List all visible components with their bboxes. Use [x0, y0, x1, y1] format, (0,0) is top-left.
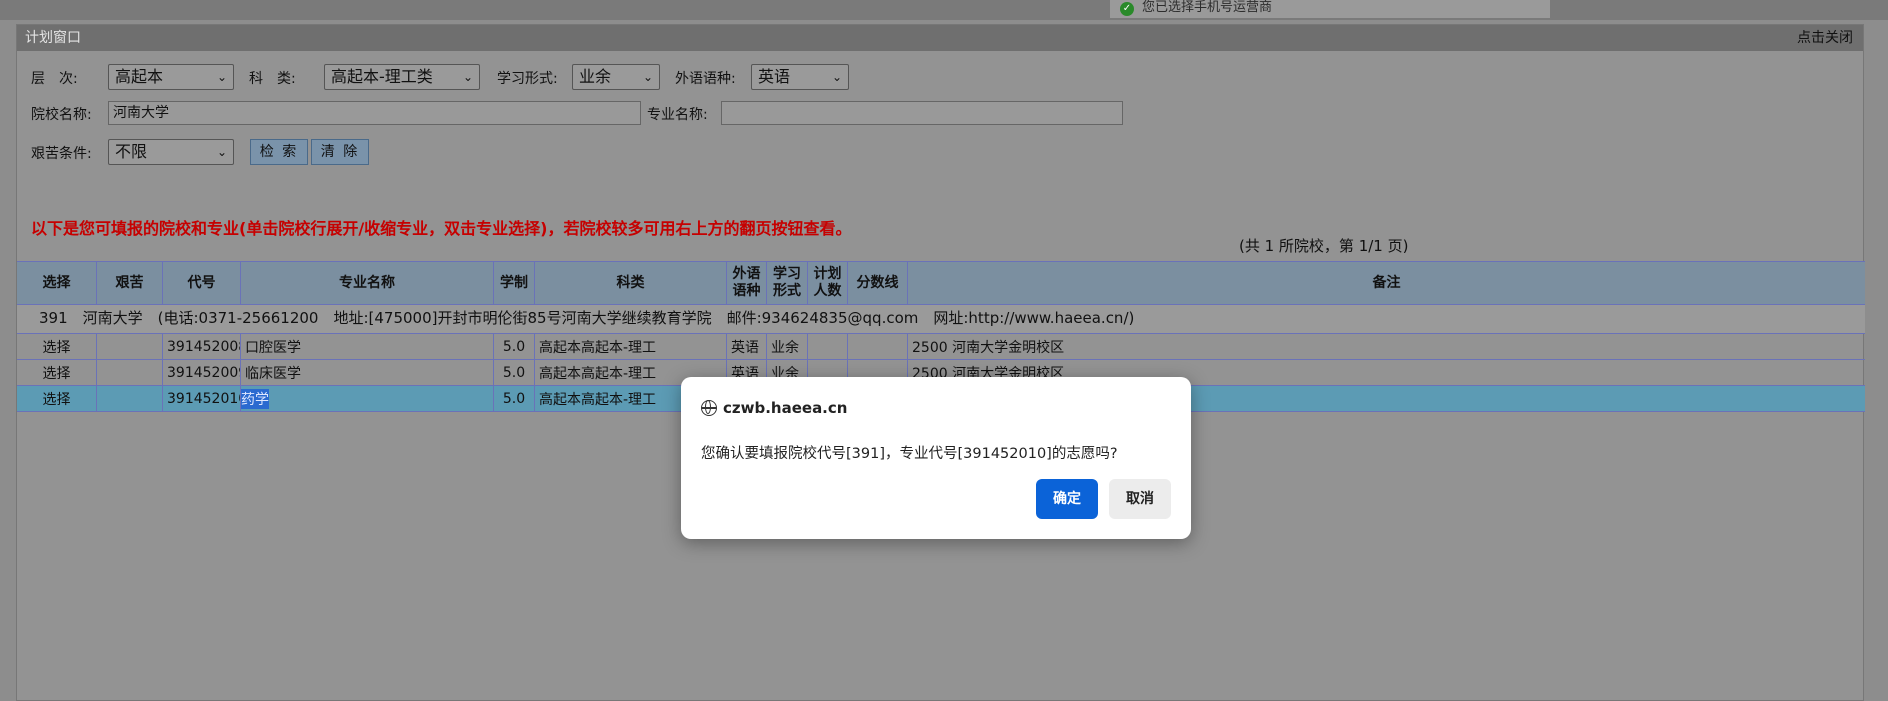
search-button[interactable]: 检 索: [250, 139, 308, 165]
major-cell: 临床医学: [241, 360, 494, 385]
form-cell: 业余: [767, 334, 808, 359]
plan-cell: [808, 334, 848, 359]
col-header-major: 专业名称: [241, 262, 494, 304]
chevron-down-icon: ⌄: [216, 145, 227, 159]
school-name-input[interactable]: 河南大学: [108, 101, 641, 125]
col-header-form: 学习形式: [767, 262, 808, 304]
major-cell: 口腔医学: [241, 334, 494, 359]
major-cell-highlight: 药学: [241, 388, 269, 409]
chevron-down-icon: ⌄: [462, 70, 473, 84]
hardship-cell: [97, 386, 163, 411]
level-select-value: 高起本: [115, 67, 164, 86]
table-row[interactable]: 选择 391452008 口腔医学 5.0 高起本高起本-理工 英语 业余 25…: [17, 334, 1865, 360]
school-name-label: 院校名称:: [31, 107, 92, 123]
select-link[interactable]: 选择: [17, 334, 97, 359]
study-form-select[interactable]: 业余 ⌄: [572, 64, 660, 90]
category-cell: 高起本高起本-理工: [535, 334, 727, 359]
clear-button[interactable]: 清 除: [311, 139, 369, 165]
dialog-origin: czwb.haeea.cn: [701, 399, 847, 417]
hardship-cell: [97, 334, 163, 359]
col-header-note: 备注: [1372, 274, 1401, 291]
hardship-select-value: 不限: [115, 142, 148, 161]
code-cell: 391452009: [163, 360, 241, 385]
col-header-score: 分数线: [848, 262, 908, 304]
col-header-language: 外语语种: [727, 262, 767, 304]
col-header-code: 代号: [163, 262, 241, 304]
ok-button[interactable]: 确定: [1036, 479, 1098, 519]
school-row[interactable]: 391 河南大学 (电话:0371-25661200 地址:[475000]开封…: [17, 305, 1865, 334]
col-header-hardship: 艰苦: [97, 262, 163, 304]
study-form-select-value: 业余: [579, 67, 612, 86]
plan-window: 计划窗口 点击关闭 层 次: 高起本 ⌄ 科 类: 高起本-理工类 ⌄ 学习形式: …: [16, 24, 1865, 701]
col-header-years: 学制: [494, 262, 535, 304]
major-name-label: 专业名称:: [647, 107, 708, 123]
language-select-value: 英语: [758, 67, 791, 86]
years-cell: 5.0: [494, 360, 535, 385]
years-cell: 5.0: [494, 334, 535, 359]
hardship-select[interactable]: 不限 ⌄: [108, 139, 234, 165]
language-cell: 英语: [727, 334, 767, 359]
major-name-input[interactable]: [721, 101, 1123, 125]
major-cell: 药学: [241, 386, 494, 411]
toast-text: 您已选择手机号运营商: [1142, 0, 1273, 15]
col-header-select: 选择: [17, 262, 97, 304]
note-cell: 2500 河南大学金明校区: [912, 339, 1065, 356]
page-info: (共 1 所院校，第 1/1 页): [1239, 237, 1409, 255]
code-cell: 391452008: [163, 334, 241, 359]
filter-form: 层 次: 高起本 ⌄ 科 类: 高起本-理工类 ⌄ 学习形式: 业余 ⌄ 外语语种: …: [17, 51, 1863, 281]
chevron-down-icon: ⌄: [831, 70, 842, 84]
select-link[interactable]: 选择: [17, 360, 97, 385]
level-select[interactable]: 高起本 ⌄: [108, 64, 234, 90]
cancel-button[interactable]: 取消: [1109, 479, 1171, 519]
background-top-strip: [0, 0, 1888, 20]
chevron-down-icon: ⌄: [642, 70, 653, 84]
study-form-label: 学习形式:: [497, 71, 558, 87]
language-label: 外语语种:: [675, 71, 736, 87]
window-title: 计划窗口: [25, 30, 81, 46]
code-cell: 391452010: [163, 386, 241, 411]
language-select[interactable]: 英语 ⌄: [751, 64, 849, 90]
dialog-origin-text: czwb.haeea.cn: [723, 399, 848, 417]
score-cell: [848, 334, 908, 359]
dialog-message: 您确认要填报院校代号[391]，专业代号[391452010]的志愿吗?: [701, 446, 1118, 462]
col-header-plan: 计划人数: [808, 262, 848, 304]
level-label: 层 次:: [31, 71, 78, 87]
check-circle-icon: ✓: [1120, 2, 1134, 16]
background-toast: ✓ 您已选择手机号运营商: [1110, 0, 1550, 18]
category-select[interactable]: 高起本-理工类 ⌄: [324, 64, 480, 90]
table-header-row: 选择 艰苦 代号 专业名称 学制 科类 外语语种 学习形式 计划人数 分数线 备…: [17, 261, 1865, 305]
col-header-category: 科类: [535, 262, 727, 304]
window-titlebar: 计划窗口 点击关闭: [17, 25, 1863, 51]
hardship-cell: [97, 360, 163, 385]
hardship-label: 艰苦条件:: [31, 146, 92, 162]
select-link[interactable]: 选择: [17, 386, 97, 411]
category-label: 科 类:: [249, 71, 296, 87]
confirm-dialog: czwb.haeea.cn 您确认要填报院校代号[391]，专业代号[39145…: [681, 377, 1191, 539]
chevron-down-icon: ⌄: [216, 70, 227, 84]
years-cell: 5.0: [494, 386, 535, 411]
category-select-value: 高起本-理工类: [331, 67, 433, 86]
globe-icon: [701, 400, 717, 416]
instruction-notice: 以下是您可填报的院校和专业(单击院校行展开/收缩专业，双击专业选择)，若院校较多…: [31, 219, 852, 238]
window-close-link[interactable]: 点击关闭: [1797, 25, 1853, 51]
